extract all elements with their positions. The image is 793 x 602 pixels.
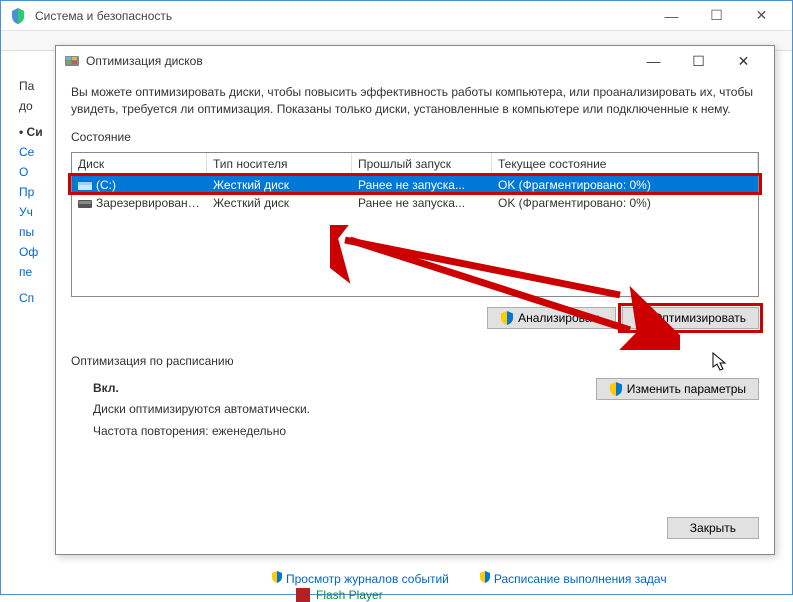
dialog-body: Вы можете оптимизировать диски, чтобы по… xyxy=(56,76,774,454)
cell-media: Жесткий диск xyxy=(207,195,352,211)
cell-disk: (C:) xyxy=(96,178,116,192)
close-label: Закрыть xyxy=(690,521,736,535)
sidebar-fragment: Па до • Си Се О Пр Уч пы Оф пе Сп xyxy=(19,79,43,311)
shield-icon xyxy=(609,382,623,396)
schedule-line1: Диски оптимизируются автоматически. xyxy=(93,399,310,421)
optimize-dialog: Оптимизация дисков — ☐ ✕ Вы можете оптим… xyxy=(55,45,775,555)
dialog-title: Оптимизация дисков xyxy=(86,54,631,68)
cursor-pointer-icon xyxy=(712,352,728,372)
table-row[interactable]: (C:) Жесткий дискРанее не запуска...OK (Ф… xyxy=(72,176,758,194)
parent-title: Система и безопасность xyxy=(35,9,649,23)
parent-maximize-button[interactable]: ☐ xyxy=(694,2,739,30)
disk-table: Диск Тип носителя Прошлый запуск Текущее… xyxy=(71,152,759,297)
header-status[interactable]: Текущее состояние xyxy=(492,153,758,175)
dialog-close-button[interactable]: ✕ xyxy=(721,47,766,75)
drive-icon xyxy=(78,180,92,191)
sidebar-link[interactable]: Уч xyxy=(19,205,43,219)
cell-media: Жесткий диск xyxy=(207,177,352,193)
change-settings-button[interactable]: Изменить параметры xyxy=(596,378,759,400)
action-button-row: Анализировать Оптимизировать xyxy=(71,307,759,329)
header-media[interactable]: Тип носителя xyxy=(207,153,352,175)
drive-icon xyxy=(78,198,92,209)
parent-titlebar: Система и безопасность — ☐ ✕ xyxy=(1,1,792,31)
sidebar-text: Па xyxy=(19,79,43,93)
sidebar-link[interactable]: Пр xyxy=(19,185,43,199)
defrag-icon xyxy=(64,53,80,69)
cell-status: OK (Фрагментировано: 0%) xyxy=(492,195,758,211)
sidebar-text: до xyxy=(19,99,43,113)
security-icon xyxy=(9,7,27,25)
header-disk[interactable]: Диск xyxy=(72,153,207,175)
link-event-log[interactable]: Просмотр журналов событий xyxy=(271,571,449,586)
dialog-description: Вы можете оптимизировать диски, чтобы по… xyxy=(71,84,759,118)
schedule-section: Оптимизация по расписанию Вкл. Диски опт… xyxy=(71,354,759,443)
cell-disk: Зарезервировано ... xyxy=(96,196,207,210)
dialog-minimize-button[interactable]: — xyxy=(631,47,676,75)
header-last[interactable]: Прошлый запуск xyxy=(352,153,492,175)
shield-icon xyxy=(500,311,514,325)
optimize-label: Оптимизировать xyxy=(653,311,746,325)
link-task-schedule[interactable]: Расписание выполнения задач xyxy=(479,571,667,586)
close-button[interactable]: Закрыть xyxy=(667,517,759,539)
analyze-button[interactable]: Анализировать xyxy=(487,307,616,329)
cell-last: Ранее не запуска... xyxy=(352,177,492,193)
dialog-window-controls: — ☐ ✕ xyxy=(631,47,766,75)
sidebar-text: Си xyxy=(27,125,43,139)
analyze-label: Анализировать xyxy=(518,311,603,325)
table-header-row: Диск Тип носителя Прошлый запуск Текущее… xyxy=(72,153,758,176)
parent-close-button[interactable]: ✕ xyxy=(739,2,784,30)
schedule-title: Оптимизация по расписанию xyxy=(71,354,759,368)
schedule-text: Вкл. Диски оптимизируются автоматически.… xyxy=(71,378,310,443)
schedule-line2: Частота повторения: еженедельно xyxy=(93,421,310,443)
bottom-links: Просмотр журналов событий Расписание вып… xyxy=(271,571,667,586)
cell-status: OK (Фрагментировано: 0%) xyxy=(492,177,758,193)
link-flash[interactable]: Flash Player xyxy=(296,588,383,602)
shield-icon xyxy=(635,311,649,325)
cell-last: Ранее не запуска... xyxy=(352,195,492,211)
sidebar-link[interactable]: пы xyxy=(19,225,43,239)
sidebar-link[interactable]: О xyxy=(19,165,43,179)
table-row[interactable]: Зарезервировано ...Жесткий дискРанее не … xyxy=(72,194,758,212)
optimize-button[interactable]: Оптимизировать xyxy=(622,307,759,329)
sidebar-link[interactable]: Се xyxy=(19,145,43,159)
dialog-maximize-button[interactable]: ☐ xyxy=(676,47,721,75)
schedule-on: Вкл. xyxy=(93,378,310,400)
dialog-titlebar: Оптимизация дисков — ☐ ✕ xyxy=(56,46,774,76)
sidebar-link[interactable]: Сп xyxy=(19,291,43,305)
change-settings-label: Изменить параметры xyxy=(627,382,746,396)
parent-window-controls: — ☐ ✕ xyxy=(649,2,784,30)
parent-minimize-button[interactable]: — xyxy=(649,2,694,30)
state-label: Состояние xyxy=(71,130,759,144)
sidebar-link[interactable]: Оф xyxy=(19,245,43,259)
sidebar-link[interactable]: пе xyxy=(19,265,43,279)
